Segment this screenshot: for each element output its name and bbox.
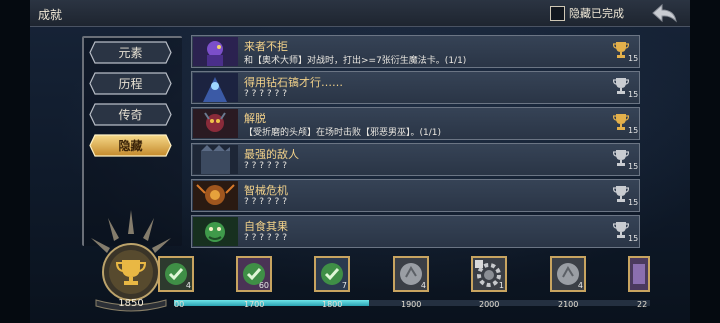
progress-tick: 1800 bbox=[322, 300, 343, 309]
achievement-points: 15 bbox=[628, 54, 639, 63]
trophy-silver-icon bbox=[613, 222, 629, 238]
tab-legend[interactable]: 传奇 bbox=[89, 103, 172, 126]
reward-tile[interactable]: 4 bbox=[158, 256, 194, 292]
progress-tick: 1900 bbox=[401, 300, 422, 309]
achievement-row[interactable]: 来者不拒 和【奥术大师】对战时，打出>=7张衍生魔法卡。(1/1) 15 bbox=[191, 35, 640, 68]
progress-tick: 00 bbox=[174, 300, 185, 309]
tab-label: 隐藏 bbox=[118, 139, 143, 153]
achievement-portrait bbox=[193, 109, 238, 138]
page-title: 成就 bbox=[38, 8, 63, 22]
achievement-name: 来者不拒 bbox=[244, 40, 288, 53]
tab-label: 历程 bbox=[118, 77, 143, 91]
achievement-name: 最强的敌人 bbox=[244, 148, 299, 161]
trophy-silver-icon bbox=[613, 78, 629, 94]
trophy-silver-icon bbox=[613, 186, 629, 202]
tab-hidden[interactable]: 隐藏 bbox=[89, 134, 172, 157]
achievement-row[interactable]: 自食其果 ? ? ? ? ? ? 15 bbox=[191, 215, 640, 248]
reward-count: 4 bbox=[420, 281, 426, 290]
hide-completed-checkbox[interactable] bbox=[550, 5, 565, 21]
tab-elements[interactable]: 元素 bbox=[89, 41, 172, 64]
reward-count: 4 bbox=[185, 281, 191, 290]
reward-count: 1 bbox=[498, 281, 504, 290]
progress-tick: 2000 bbox=[479, 300, 500, 309]
achievement-portrait bbox=[193, 73, 238, 102]
achievement-row[interactable]: 智械危机 ? ? ? ? ? ? 15 bbox=[191, 179, 640, 212]
trophy-gold-icon bbox=[613, 42, 629, 58]
reward-count: 4 bbox=[577, 281, 583, 290]
reward-count: 60 bbox=[258, 281, 269, 290]
progress-tick: 22 bbox=[637, 300, 648, 309]
reward-tile[interactable] bbox=[628, 256, 650, 292]
achievement-points: 15 bbox=[628, 162, 639, 171]
achievement-row[interactable]: 得用钻石镐才行…… ? ? ? ? ? ? 15 bbox=[191, 71, 640, 104]
reward-tile[interactable]: 1 bbox=[471, 256, 507, 292]
achievement-name: 解脱 bbox=[244, 112, 266, 125]
achievement-points: 15 bbox=[628, 126, 639, 135]
reward-count: 7 bbox=[341, 281, 347, 290]
achievement-points: 15 bbox=[628, 234, 639, 243]
trophy-silver-icon bbox=[613, 150, 629, 166]
achievement-points: 15 bbox=[628, 198, 639, 207]
achievement-desc: ? ? ? ? ? ? bbox=[244, 197, 287, 207]
achievement-desc: ? ? ? ? ? ? bbox=[244, 161, 287, 171]
achievement-desc: 和【奥术大师】对战时，打出>=7张衍生魔法卡。(1/1) bbox=[244, 56, 467, 66]
achievement-desc: 【受折磨的头颅】在场时击败【邪恶男巫】。(1/1) bbox=[244, 128, 442, 138]
back-arrow-icon bbox=[652, 3, 677, 23]
achievement-points: 15 bbox=[628, 90, 639, 99]
top-bar: 成就 隐藏已完成 bbox=[30, 0, 690, 27]
left-letterbox bbox=[0, 0, 30, 323]
achievement-portrait bbox=[193, 181, 238, 210]
tab-label: 传奇 bbox=[118, 108, 143, 122]
achievement-portrait bbox=[193, 217, 238, 246]
card-icon bbox=[630, 258, 648, 290]
achievement-desc: ? ? ? ? ? ? bbox=[244, 89, 287, 99]
trophy-gold-icon bbox=[613, 114, 629, 130]
score-value: 1850 bbox=[118, 298, 144, 309]
achievement-name: 智械危机 bbox=[244, 184, 288, 197]
achievement-portrait bbox=[193, 145, 238, 174]
achievement-desc: ? ? ? ? ? ? bbox=[244, 233, 287, 243]
reward-tile[interactable]: 60 bbox=[236, 256, 272, 292]
progress-tick: 2100 bbox=[558, 300, 579, 309]
hide-completed-toggle[interactable]: 隐藏已完成 bbox=[550, 4, 624, 22]
tab-label: 元素 bbox=[118, 46, 143, 60]
progress-tick: 1700 bbox=[244, 300, 265, 309]
achievement-name: 自食其果 bbox=[244, 220, 288, 233]
achievement-portrait bbox=[193, 37, 238, 66]
achievement-name: 得用钻石镐才行…… bbox=[244, 76, 343, 89]
hide-completed-label: 隐藏已完成 bbox=[569, 7, 624, 20]
tab-journey[interactable]: 历程 bbox=[89, 72, 172, 95]
right-letterbox bbox=[690, 0, 720, 323]
reward-tile[interactable]: 4 bbox=[550, 256, 586, 292]
reward-tile[interactable]: 4 bbox=[393, 256, 429, 292]
back-button[interactable] bbox=[650, 2, 680, 24]
achievement-row[interactable]: 最强的敌人 ? ? ? ? ? ? 15 bbox=[191, 143, 640, 176]
reward-tile[interactable]: 7 bbox=[314, 256, 350, 292]
achievement-row[interactable]: 解脱 【受折磨的头颅】在场时击败【邪恶男巫】。(1/1) 15 bbox=[191, 107, 640, 140]
